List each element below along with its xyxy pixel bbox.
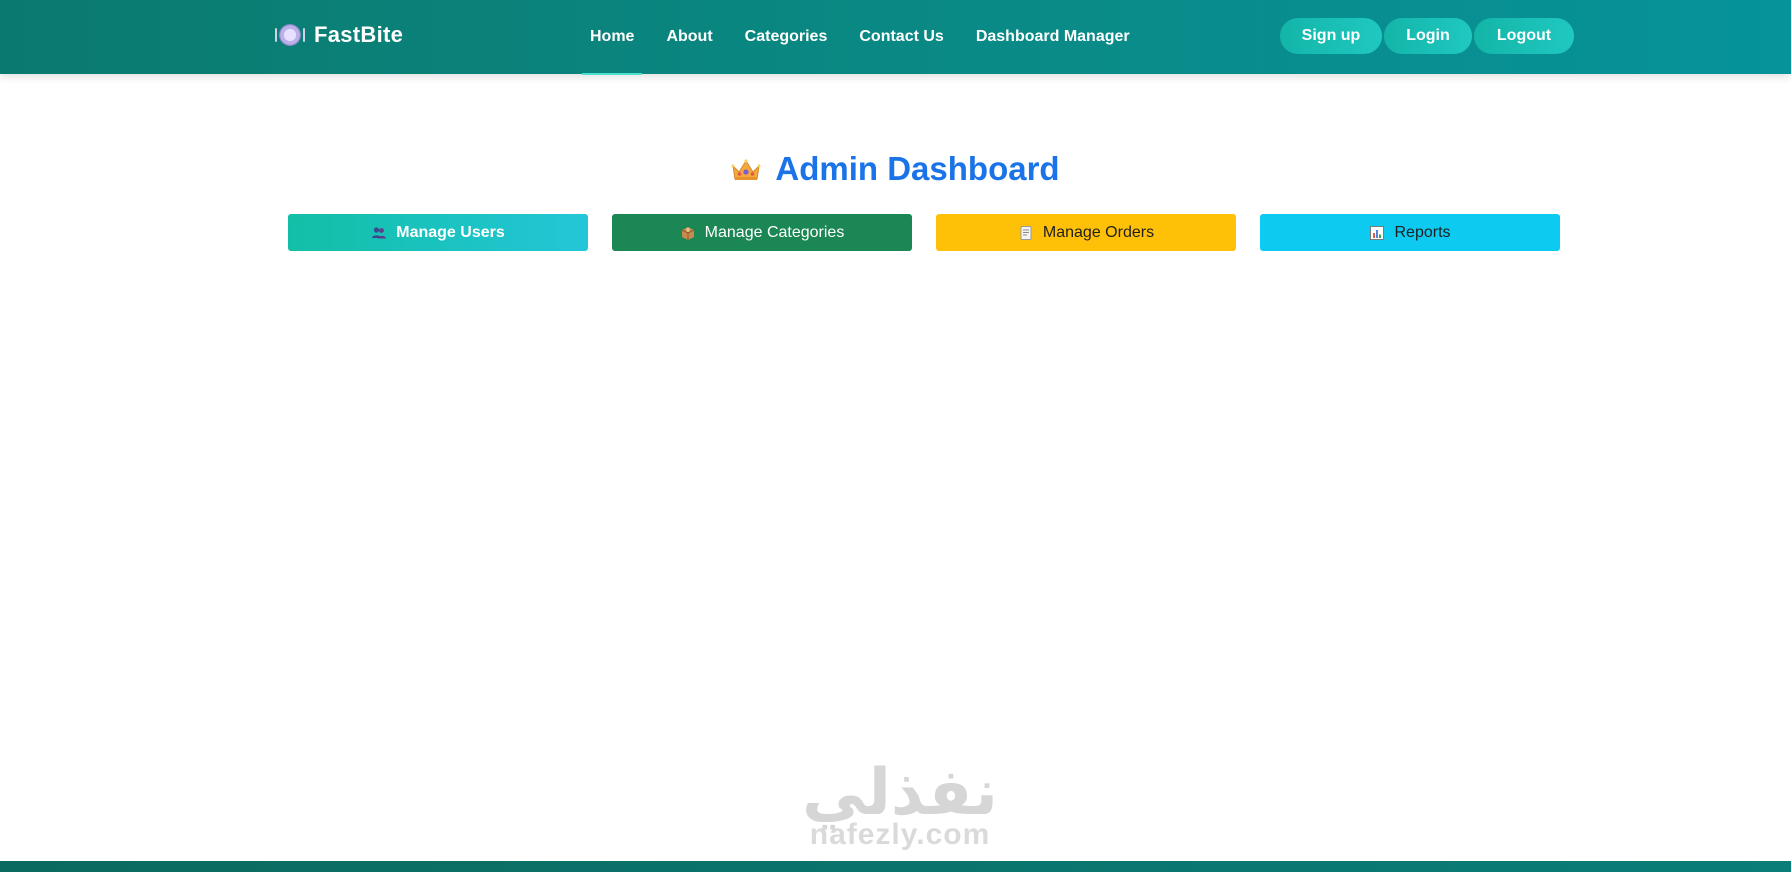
manage-users-label: Manage Users: [396, 223, 505, 241]
manage-categories-button[interactable]: Manage Categories: [612, 214, 912, 251]
watermark-arabic: نفذلي: [802, 756, 998, 828]
users-icon: [372, 226, 387, 238]
navbar: FastBite Home About Categories Contact U…: [0, 0, 1791, 75]
crown-icon: [731, 159, 761, 180]
manage-categories-label: Manage Categories: [704, 223, 845, 241]
bar-chart-icon: [1370, 225, 1385, 240]
watermark: نفذلي nafezly.com: [780, 758, 1020, 850]
nav-about[interactable]: About: [658, 19, 720, 55]
auth-buttons: Sign up Login Logout: [1280, 18, 1576, 54]
manage-users-button[interactable]: Manage Users: [288, 214, 588, 251]
nav-links: Home About Categories Contact Us Dashboa…: [582, 0, 1154, 75]
nav-dashboard-manager[interactable]: Dashboard Manager: [968, 19, 1138, 55]
reports-button[interactable]: Reports: [1260, 214, 1560, 251]
logout-button[interactable]: Logout: [1474, 18, 1574, 54]
admin-actions: Manage Users Manage Categories Manage Or…: [288, 214, 1560, 251]
manage-orders-button[interactable]: Manage Orders: [936, 214, 1236, 251]
brand[interactable]: FastBite: [275, 22, 404, 48]
signup-button[interactable]: Sign up: [1280, 18, 1382, 54]
nav-home[interactable]: Home: [582, 19, 643, 75]
brand-name: FastBite: [314, 22, 404, 47]
receipt-icon: [1020, 225, 1032, 240]
manage-orders-label: Manage Orders: [1042, 223, 1155, 241]
login-button[interactable]: Login: [1384, 18, 1472, 54]
watermark-latin: nafezly.com: [809, 818, 991, 851]
nav-categories[interactable]: Categories: [737, 19, 836, 55]
nav-contact-us[interactable]: Contact Us: [851, 19, 951, 55]
footer-bar: [0, 861, 1791, 872]
reports-label: Reports: [1394, 223, 1451, 241]
page: FastBite Home About Categories Contact U…: [0, 0, 1791, 872]
page-title: Admin Dashboard: [0, 150, 1791, 188]
package-icon: [681, 226, 694, 240]
page-title-text: Admin Dashboard: [775, 150, 1060, 187]
plate-icon: [275, 24, 305, 46]
